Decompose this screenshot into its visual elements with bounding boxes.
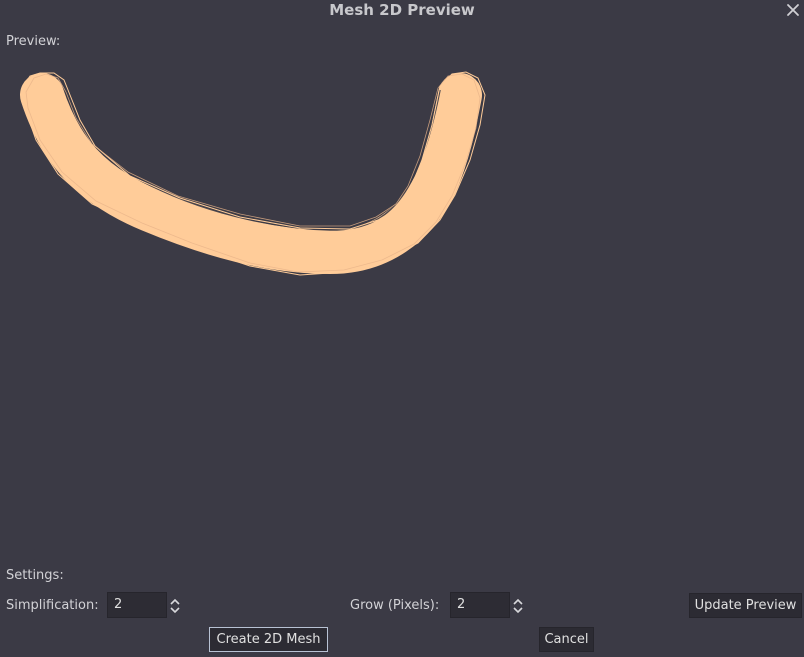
simplification-stepper-icon[interactable] (169, 597, 181, 615)
close-icon[interactable] (785, 0, 801, 20)
simplification-value[interactable]: 2 (114, 593, 122, 617)
simplification-spinbox[interactable]: 2 (107, 592, 167, 618)
mesh-preview-area (6, 58, 798, 558)
mesh-preview-canvas (20, 71, 486, 276)
settings-label: Settings: (6, 568, 64, 583)
mesh-shape-fill (20, 73, 482, 274)
grow-value[interactable]: 2 (457, 593, 465, 617)
grow-spinbox[interactable]: 2 (450, 592, 510, 618)
title-bar: Mesh 2D Preview (0, 0, 804, 22)
preview-label: Preview: (6, 34, 61, 49)
create-2d-mesh-button[interactable]: Create 2D Mesh (209, 627, 328, 652)
grow-label: Grow (Pixels): (350, 598, 440, 613)
update-preview-button[interactable]: Update Preview (689, 593, 802, 618)
grow-stepper-icon[interactable] (512, 597, 524, 615)
simplification-label: Simplification: (6, 598, 99, 613)
cancel-button[interactable]: Cancel (539, 627, 594, 652)
dialog-title: Mesh 2D Preview (329, 1, 475, 19)
mesh-2d-preview-dialog: Mesh 2D Preview Preview: Settings: Simpl… (0, 0, 804, 657)
